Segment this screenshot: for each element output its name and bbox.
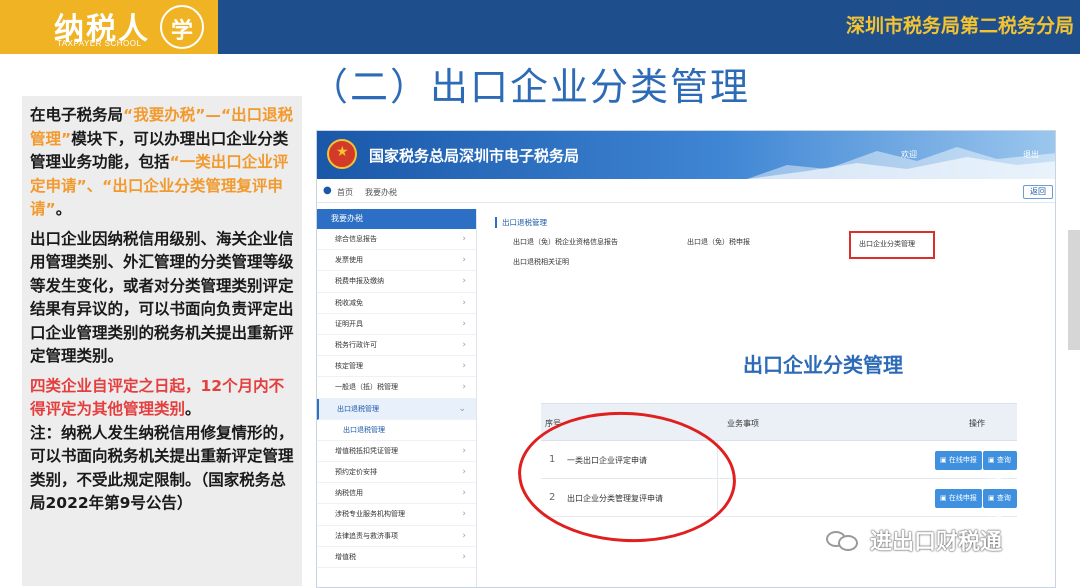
menu-item[interactable]: 税收减免 › [317, 293, 476, 314]
wechat-icon [826, 529, 860, 551]
chevron-right-icon: › [462, 318, 466, 329]
menu-item[interactable]: 增值税抵扣凭证管理 › [317, 441, 476, 463]
chevron-right-icon: › [462, 509, 466, 520]
exit-link[interactable]: 退出 [1023, 149, 1039, 160]
paragraph-intro: 在电子税务局“我要办税”—“出口退税管理”模块下，可以办理出口企业分类管理业务功… [30, 104, 296, 222]
menu-item[interactable]: 纳税信用 › [317, 483, 476, 505]
etax-header: ★ 国家税务总局深圳市电子税务局 欢迎 退出 [317, 131, 1055, 179]
submenu-item-export-refund[interactable]: 出口退税管理 [317, 420, 476, 441]
logo-subtitle: TAXPAYER SCHOOL [57, 39, 142, 48]
menu-item[interactable]: 核定管理 › [317, 356, 476, 378]
chevron-down-icon: ⌄ [458, 403, 466, 414]
query-apply-button[interactable]: ▣ 查询申报 [983, 451, 1017, 483]
chevron-right-icon: › [462, 530, 466, 541]
breadcrumb: ● 首页 我要办税 返回 [317, 181, 1055, 203]
slide-title: （二）出口企业分类管理 [310, 65, 751, 109]
national-emblem-icon: ★ [327, 139, 357, 169]
query-apply-button[interactable]: ▣ 查询申报 [983, 489, 1017, 521]
menu-item[interactable]: 税务行政许可 › [317, 335, 476, 357]
paragraph-note: 注：纳税人发生纳税信用修复情形的，可以书面向税务机关提出重新评定管理类别，不受此… [30, 423, 294, 513]
menu-item[interactable]: 预约定价安排 › [317, 462, 476, 484]
menu-item[interactable]: 涉税专业服务机构管理 › [317, 504, 476, 526]
section-label: 出口退税管理 [495, 217, 547, 228]
menu-item[interactable]: 证明开具 › [317, 314, 476, 335]
logo-seal-icon: 学 [160, 5, 204, 49]
side-menu-head[interactable]: 我要办税 [317, 209, 476, 229]
intro-text-e: 。 [55, 200, 72, 218]
etax-title: 国家税务总局深圳市电子税务局 [369, 147, 580, 165]
col-item: 业务事项 [727, 419, 759, 428]
menu-item[interactable]: 发票使用 › [317, 250, 476, 272]
chevron-right-icon: › [462, 339, 466, 350]
chevron-right-icon: › [462, 276, 466, 287]
col-operation: 操作 [969, 419, 985, 428]
chevron-right-icon: › [462, 551, 466, 562]
apply-icon: ▣ [940, 494, 949, 502]
logo-seal-char: 学 [170, 19, 193, 44]
breadcrumb-home[interactable]: 首页 [337, 187, 353, 198]
watermark: 进出口财税通 [826, 524, 1002, 556]
query-icon: ▣ [988, 456, 997, 464]
link-classification-management[interactable]: 出口企业分类管理 [859, 239, 915, 249]
main-title: 出口企业分类管理 [743, 353, 903, 377]
organization-name: 深圳市税务局第二税务分局 [845, 15, 1074, 37]
query-icon: ▣ [988, 494, 997, 502]
chevron-right-icon: › [462, 255, 466, 266]
chevron-right-icon: › [462, 382, 466, 393]
menu-item-export-refund[interactable]: 出口退税管理 ⌄ [317, 398, 476, 420]
restriction-end: 。 [185, 400, 201, 418]
explanation-panel: 在电子税务局“我要办税”—“出口退税管理”模块下，可以办理出口企业分类管理业务功… [22, 96, 302, 586]
paragraph-restriction: 四类企业自评定之日起，12个月内不得评定为其他管理类别。 [30, 375, 296, 422]
chevron-right-icon: › [462, 234, 466, 244]
link-refund-declaration[interactable]: 出口退（免）税申报 [687, 237, 750, 247]
chevron-right-icon: › [462, 297, 466, 308]
side-menu: 我要办税 综合信息报告 › 发票使用 › 税费申报及缴纳 › 税收减免 › 证明开具 › … [317, 209, 477, 587]
restriction-text: 四类企业自评定之日起，12个月内不得评定为其他管理类别 [30, 376, 285, 419]
breadcrumb-current[interactable]: 我要办税 [365, 187, 397, 198]
link-qualification-report[interactable]: 出口退（免）税企业资格信息报告 [513, 237, 618, 247]
intro-text-a: 在电子税务局 [30, 106, 124, 124]
menu-item[interactable]: 综合信息报告 › [317, 229, 476, 251]
menu-item[interactable]: 税费申报及缴纳 › [317, 271, 476, 293]
chevron-right-icon: › [462, 467, 466, 478]
user-greeting[interactable]: 欢迎 [901, 149, 917, 160]
online-apply-button[interactable]: ▣ 在线申报 [935, 451, 982, 470]
link-refund-certificate[interactable]: 出口退税相关证明 [513, 257, 569, 267]
paragraph-reassessment: 出口企业因纳税信用级别、海关企业信用管理类别、外汇管理的分类管理等级等发生变化，… [30, 229, 294, 366]
chevron-right-icon: › [462, 361, 466, 372]
watermark-text: 进出口财税通 [870, 530, 1003, 555]
chevron-right-icon: › [462, 488, 466, 499]
location-icon: ● [323, 185, 332, 196]
online-apply-button[interactable]: ▣ 在线申报 [935, 489, 982, 508]
menu-item[interactable]: 法律追责与救济事项 › [317, 526, 476, 547]
back-button[interactable]: 返回 [1023, 185, 1053, 199]
apply-icon: ▣ [940, 456, 949, 464]
logo: 纳税人 学 TAXPAYER SCHOOL [0, 0, 218, 54]
chevron-right-icon: › [462, 445, 466, 456]
menu-item[interactable]: 增值税 › [317, 547, 476, 568]
top-banner: 纳税人 学 TAXPAYER SCHOOL 深圳市税务局第二税务分局 [0, 0, 1080, 54]
menu-item[interactable]: 一般退（抵）税管理 › [317, 377, 476, 399]
edge-strip [1068, 230, 1080, 350]
